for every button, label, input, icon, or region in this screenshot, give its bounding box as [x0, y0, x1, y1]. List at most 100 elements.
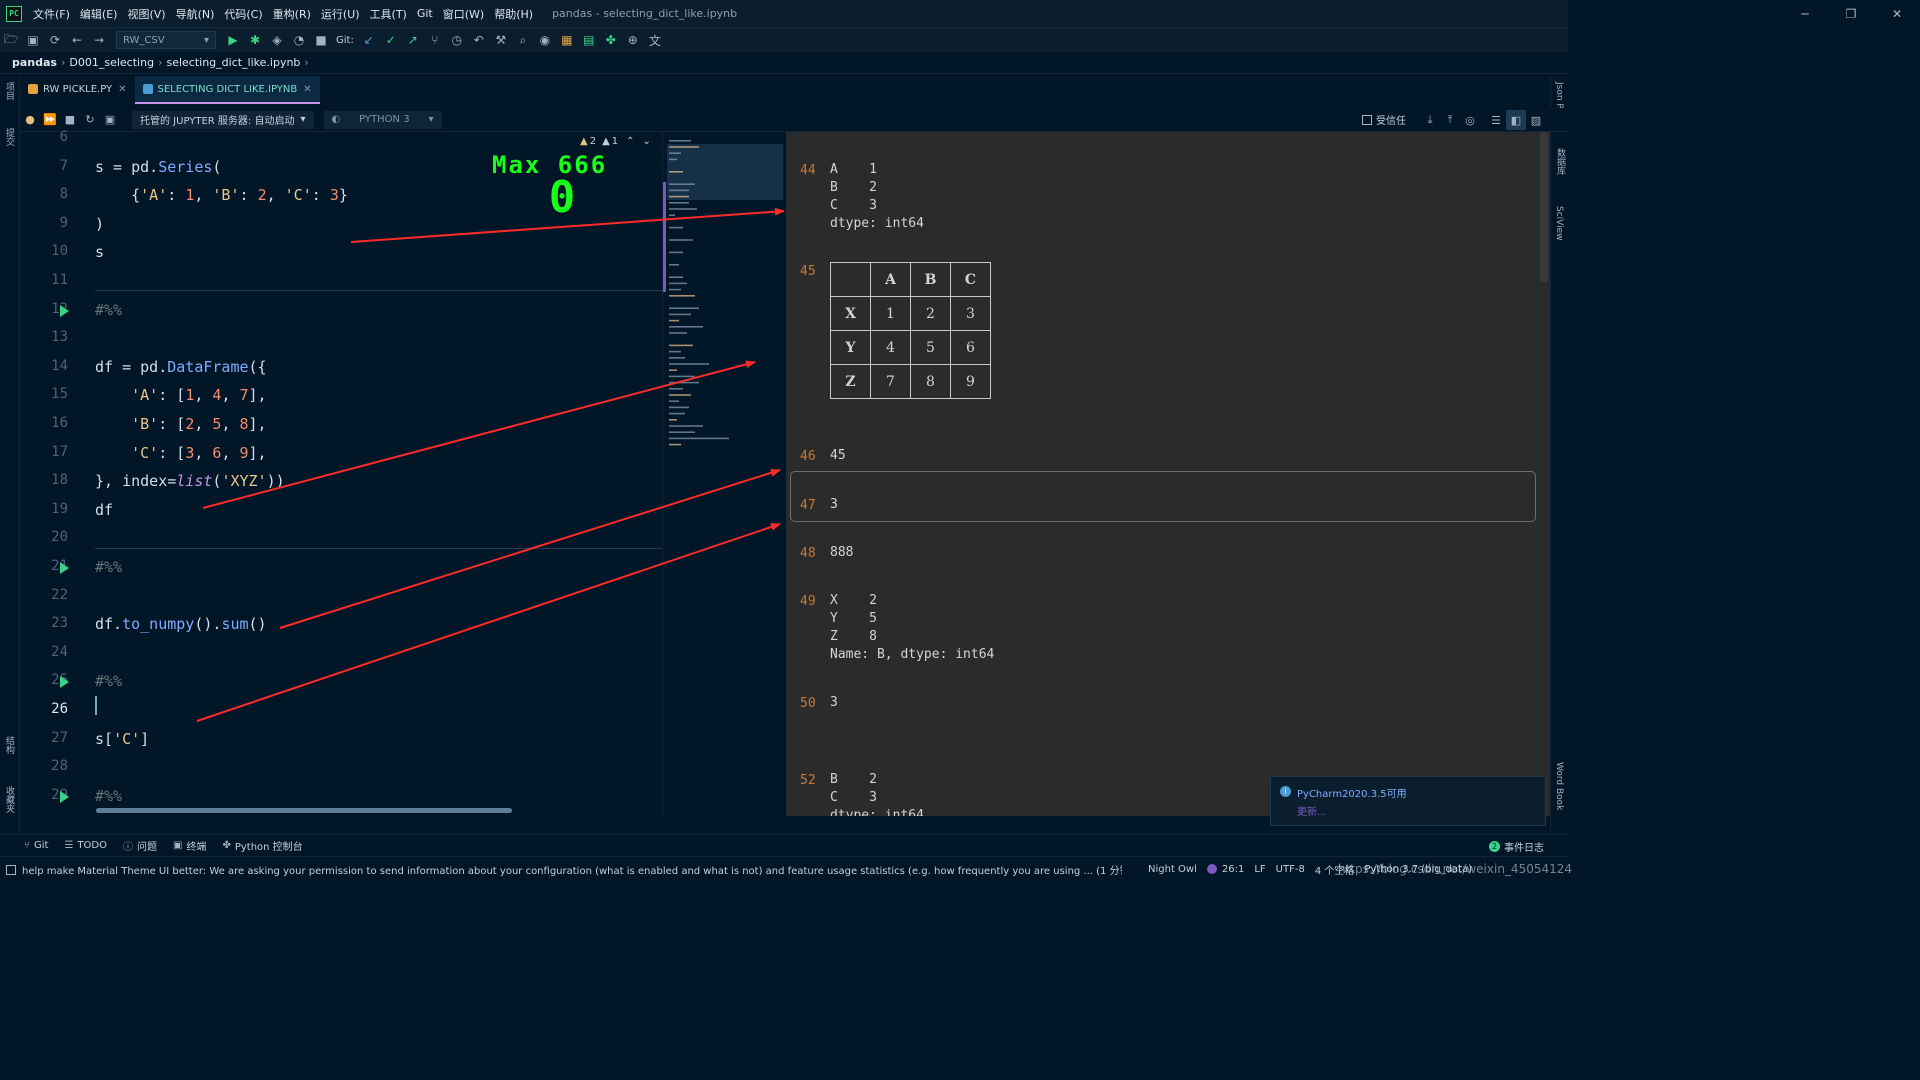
line-number[interactable]: 16	[20, 415, 68, 431]
line-number[interactable]: 24	[20, 644, 68, 660]
line-number[interactable]: 8	[20, 186, 68, 202]
run-cell-icon[interactable]	[60, 562, 69, 574]
code-line[interactable]: 'C': [3, 6, 9],	[95, 444, 266, 462]
variables-icon[interactable]: ▣	[100, 110, 120, 130]
python-console-tool-button[interactable]: ✤ Python 控制台	[222, 838, 302, 853]
code-line[interactable]: }, index=list('XYZ'))	[95, 472, 285, 490]
trusted-checkbox[interactable]: 受信任	[1362, 112, 1406, 127]
minimize-icon[interactable]: ─	[1782, 7, 1828, 21]
chevron-down-icon[interactable]: ⌄	[643, 136, 651, 147]
line-number[interactable]: 15	[20, 386, 68, 402]
jupyter-server-select[interactable]: 托管的 JUPYTER 服务器: 自动启动 ▾	[132, 110, 314, 129]
preview-icon[interactable]: ◎	[1460, 110, 1480, 130]
menu-edit[interactable]: 编辑(E)	[75, 6, 123, 22]
split-view-icon[interactable]: ◧	[1506, 110, 1526, 130]
line-number[interactable]: 19	[20, 501, 68, 517]
menu-code[interactable]: 代码(C)	[219, 6, 267, 22]
file-encoding[interactable]: UTF-8	[1276, 864, 1305, 875]
coverage-icon[interactable]: ◈	[266, 30, 288, 50]
favorites-tool-tab[interactable]: 收藏夹	[3, 786, 16, 813]
update-link[interactable]: 更新...	[1297, 803, 1327, 818]
code-line[interactable]: #%%	[95, 672, 122, 690]
line-number[interactable]: 9	[20, 215, 68, 231]
tab-rw-pickle[interactable]: RW PICKLE.PY ✕	[20, 76, 135, 104]
preview-only-icon[interactable]: ▨	[1526, 110, 1546, 130]
debug-icon[interactable]: ✱	[244, 30, 266, 50]
line-number[interactable]: 6	[20, 129, 68, 145]
run-all-icon[interactable]: ⏩	[40, 110, 60, 130]
diagram-icon[interactable]: ▤	[578, 30, 600, 50]
lightbulb-icon[interactable]: ●	[20, 110, 40, 130]
breadcrumb-file[interactable]: selecting_dict_like.ipynb	[166, 56, 300, 69]
run-cell-icon[interactable]	[60, 304, 69, 317]
git-tool-button[interactable]: ⑂ Git	[24, 840, 48, 851]
plugin-icon[interactable]: ✤	[600, 30, 622, 50]
problems-tool-button[interactable]: ⓘ 问题	[123, 838, 157, 853]
close-icon[interactable]: ✕	[118, 84, 126, 95]
git-branches-icon[interactable]: ⑂	[424, 30, 446, 50]
code-line[interactable]: df	[95, 501, 113, 519]
line-number[interactable]: 17	[20, 444, 68, 460]
menu-run[interactable]: 运行(U)	[316, 6, 365, 22]
move-down-icon[interactable]: ⤓	[1420, 110, 1440, 130]
sync-icon[interactable]: ⟳	[44, 30, 66, 50]
translate-icon[interactable]: 文	[644, 30, 666, 50]
update-notification[interactable]: i PyCharm2020.3.5可用 更新...	[1270, 776, 1546, 826]
theme-indicator[interactable]: Night Owl	[1148, 864, 1197, 875]
editor-only-icon[interactable]: ☰	[1486, 110, 1506, 130]
line-number[interactable]: 27	[20, 730, 68, 746]
event-log-button[interactable]: 2 事件日志	[1489, 839, 1544, 854]
open-folder-icon[interactable]: 🗁	[0, 30, 22, 50]
line-number[interactable]: 23	[20, 615, 68, 631]
line-number[interactable]: 22	[20, 587, 68, 603]
restart-kernel-icon[interactable]: ↻	[80, 110, 100, 130]
menu-view[interactable]: 视图(V)	[122, 6, 170, 22]
menu-file[interactable]: 文件(F)	[28, 6, 75, 22]
search-icon[interactable]: ⌕	[512, 30, 534, 50]
run-cell-icon[interactable]	[60, 676, 69, 689]
caret-position[interactable]: 26:1	[1206, 864, 1244, 875]
kernel-select[interactable]: ◐ PYTHON 3 ▾	[323, 110, 442, 129]
line-number[interactable]: 10	[20, 243, 68, 259]
line-number[interactable]: 13	[20, 329, 68, 345]
line-separator[interactable]: LF	[1254, 864, 1265, 875]
history-icon[interactable]: ◷	[446, 30, 468, 50]
code-line[interactable]: )	[95, 215, 104, 233]
inspection-widget[interactable]: ▲ 2 ▲ 1 ⌃ ⌄	[580, 136, 651, 147]
code-line[interactable]: #%%	[95, 558, 122, 576]
stop-icon[interactable]: ■	[310, 30, 332, 50]
restore-icon[interactable]: ❐	[1828, 7, 1874, 21]
line-number[interactable]: 11	[20, 272, 68, 288]
project-tool-tab[interactable]: 项目	[3, 82, 16, 100]
back-icon[interactable]: ←	[66, 30, 88, 50]
code-line[interactable]: 'A': [1, 4, 7],	[95, 386, 266, 404]
menu-refactor[interactable]: 重构(R)	[268, 6, 316, 22]
run-icon[interactable]: ▶	[222, 30, 244, 50]
structure-tool-tab[interactable]: 结构	[3, 736, 16, 754]
close-window-icon[interactable]: ✕	[1874, 7, 1920, 21]
code-line[interactable]: df.to_numpy().sum()	[95, 615, 267, 633]
code-line[interactable]: #%%	[95, 301, 122, 319]
code-minimap[interactable]	[662, 132, 786, 816]
commit-tool-tab[interactable]: 提交	[3, 128, 16, 146]
interrupt-kernel-icon[interactable]: ■	[60, 110, 80, 130]
forward-icon[interactable]: →	[88, 30, 110, 50]
word-book-tool-tab[interactable]: Word Book	[1554, 762, 1564, 810]
git-update-icon[interactable]: ↙	[358, 30, 380, 50]
rollback-icon[interactable]: ↶	[468, 30, 490, 50]
menu-git[interactable]: Git	[412, 7, 438, 20]
tab-selecting-dict-like[interactable]: SELECTING DICT LIKE.IPYNB ✕	[134, 76, 320, 104]
code-line[interactable]: {'A': 1, 'B': 2, 'C': 3}	[95, 186, 348, 204]
run-configuration-select[interactable]: RW_CSV ▾	[116, 31, 216, 49]
code-editor[interactable]: s = pd.Series( {'A': 1, 'B': 2, 'C': 3})…	[90, 132, 664, 816]
output-preview-pane[interactable]: 44 A 1 B 2 C 3 dtype: int64 45 A B C X 1…	[786, 132, 1550, 816]
structure-icon[interactable]: ▦	[556, 30, 578, 50]
settings-wrench-icon[interactable]: ⚒	[490, 30, 512, 50]
line-number[interactable]: 14	[20, 358, 68, 374]
code-line[interactable]: s['C']	[95, 730, 149, 748]
git-push-icon[interactable]: ↗	[402, 30, 424, 50]
terminal-tool-button[interactable]: ▣ 终端	[173, 838, 206, 853]
run-cell-icon[interactable]	[60, 790, 69, 803]
menu-navigate[interactable]: 导航(N)	[171, 6, 220, 22]
horizontal-scrollbar[interactable]	[96, 808, 512, 813]
